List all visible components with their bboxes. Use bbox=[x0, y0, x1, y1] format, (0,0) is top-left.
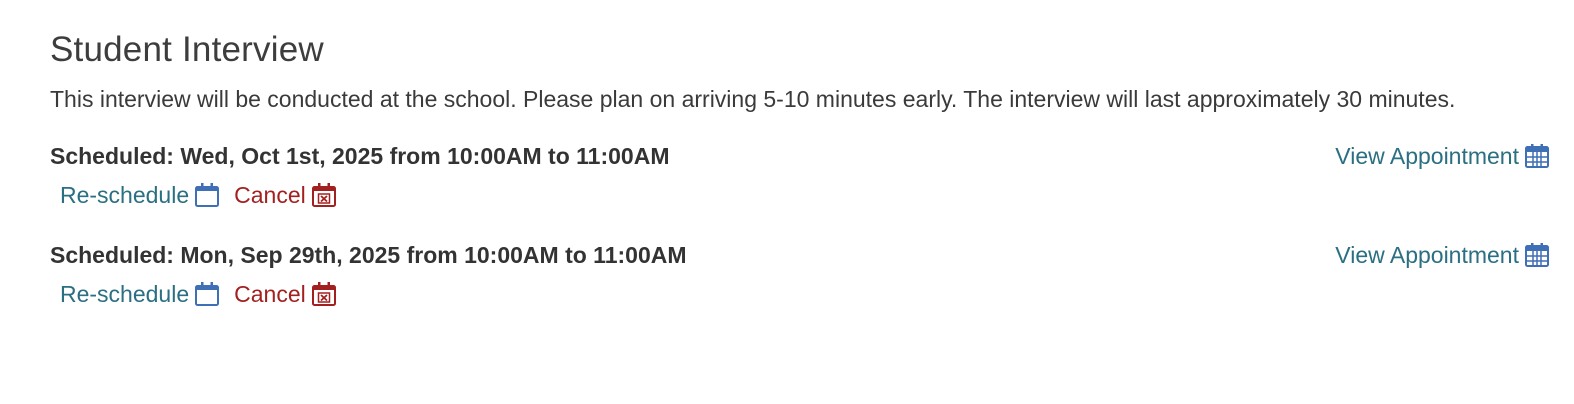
appointment-item: Scheduled: Wed, Oct 1st, 2025 from 10:00… bbox=[50, 138, 1550, 216]
appointment-header: Scheduled: Wed, Oct 1st, 2025 from 10:00… bbox=[50, 138, 1550, 174]
calendar-icon bbox=[194, 281, 220, 307]
appointment-actions: Re-schedule Cancel bbox=[50, 273, 1550, 315]
view-appointment-label: View Appointment bbox=[1335, 142, 1519, 169]
reschedule-link[interactable]: Re-schedule bbox=[60, 281, 220, 308]
section-description: This interview will be conducted at the … bbox=[50, 86, 1456, 112]
view-appointment-link[interactable]: View Appointment bbox=[1335, 242, 1550, 269]
scheduled-text: Scheduled: Mon, Sep 29th, 2025 from 10:0… bbox=[50, 241, 687, 268]
section-title: Student Interview bbox=[50, 30, 324, 69]
cancel-label: Cancel bbox=[234, 181, 306, 208]
reschedule-label: Re-schedule bbox=[60, 181, 190, 208]
appointment-header: Scheduled: Mon, Sep 29th, 2025 from 10:0… bbox=[50, 237, 1550, 273]
calendar-x-icon bbox=[311, 182, 337, 208]
appointment-actions: Re-schedule Cancel bbox=[50, 174, 1550, 216]
cancel-label: Cancel bbox=[234, 280, 306, 307]
interview-section: Student Interview This interview will be… bbox=[0, 0, 1574, 315]
reschedule-label: Re-schedule bbox=[60, 280, 190, 307]
cancel-link[interactable]: Cancel bbox=[234, 281, 337, 308]
appointment-item: Scheduled: Mon, Sep 29th, 2025 from 10:0… bbox=[50, 237, 1550, 315]
cancel-link[interactable]: Cancel bbox=[234, 182, 337, 209]
scheduled-text: Scheduled: Wed, Oct 1st, 2025 from 10:00… bbox=[50, 142, 670, 169]
calendar-grid-icon bbox=[1524, 143, 1550, 169]
calendar-grid-icon bbox=[1524, 242, 1550, 268]
calendar-icon bbox=[194, 182, 220, 208]
view-appointment-label: View Appointment bbox=[1335, 241, 1519, 268]
calendar-x-icon bbox=[311, 281, 337, 307]
view-appointment-link[interactable]: View Appointment bbox=[1335, 143, 1550, 170]
reschedule-link[interactable]: Re-schedule bbox=[60, 182, 220, 209]
